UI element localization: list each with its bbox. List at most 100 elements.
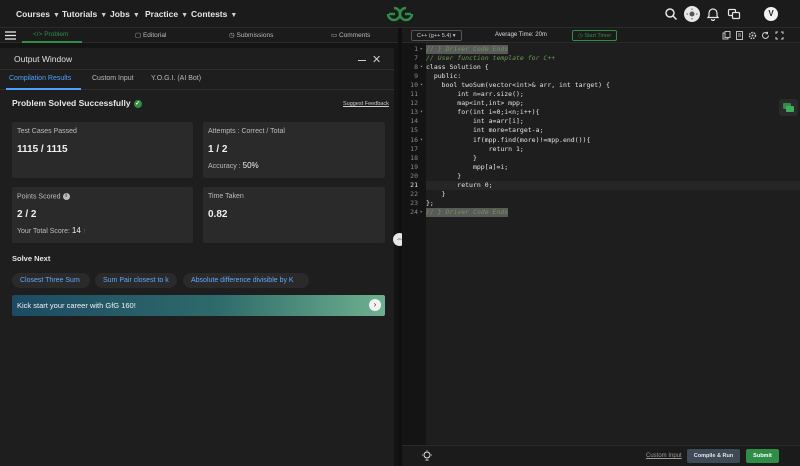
fold-arrow-icon[interactable]: ▾ <box>420 63 423 72</box>
suggest-feedback-link[interactable]: Suggest Feedback <box>343 101 389 107</box>
gfg160-banner[interactable]: Kick start your career with GfG 160! › <box>12 295 385 316</box>
fold-arrow-icon[interactable]: ▸ <box>420 208 423 217</box>
nav-courses[interactable]: Courses ▼ <box>16 9 60 19</box>
tab-submissions[interactable]: ◷ Submissions <box>229 31 273 39</box>
settings-icon[interactable] <box>748 31 757 40</box>
language-select[interactable]: C++ (g++ 5.4) ▾ <box>411 30 462 41</box>
code-text: }; <box>426 198 434 207</box>
test-cases-card: Test Cases Passed 1115 / 1115 <box>12 122 193 178</box>
total-score: Your Total Score: 14 ↑ <box>17 226 87 235</box>
code-line[interactable]: 16 ▾ if(mpp.find(more)!=mpp.end()){ <box>402 136 800 145</box>
fold-arrow-icon[interactable]: ▸ <box>420 45 423 54</box>
arrow-up-icon: ↑ <box>82 228 87 235</box>
tab-editorial[interactable]: ▢ Editorial <box>135 31 166 39</box>
fold-arrow-icon[interactable]: ▾ <box>420 136 423 145</box>
chevron-right-icon[interactable]: › <box>369 299 381 311</box>
code-line[interactable]: 17 return 1; <box>402 145 800 154</box>
code-editor[interactable]: 1 ▸// } Driver Code Ends 7// User function… <box>402 43 800 445</box>
attempts-label: Attempts : Correct / Total <box>208 128 285 135</box>
chat-widget[interactable] <box>779 99 798 116</box>
code-line[interactable]: 13 ▾ for(int i=0;i<n;i++){ <box>402 108 800 117</box>
fold-arrow-icon[interactable]: ▾ <box>420 108 423 117</box>
code-line[interactable]: 7 // User function template for C++ <box>402 54 800 63</box>
code-line[interactable]: 14 int a=arr[i]; <box>402 117 800 126</box>
solve-next-item[interactable]: Sum Pair closest to k <box>95 273 177 288</box>
code-line[interactable]: 9 public: <box>402 72 800 81</box>
translate-icon[interactable] <box>727 7 741 21</box>
fullscreen-icon[interactable] <box>775 31 784 40</box>
minimize-icon[interactable] <box>358 60 366 61</box>
top-navbar: Courses ▼ Tutorials ▼ Jobs ▼ Practice ▼ Cont… <box>0 0 800 28</box>
code-line[interactable]: 15 int more=target-a; <box>402 126 800 135</box>
line-number: 24 <box>410 207 418 216</box>
custom-input-link[interactable]: Custom Input <box>646 453 682 459</box>
editor-toolbar: C++ (g++ 5.4) ▾ Average Time: 20m ◷ Star… <box>402 28 800 43</box>
start-timer-button[interactable]: ◷ Start Timer <box>572 30 618 41</box>
chevron-down-icon: ▼ <box>53 12 60 19</box>
status-message: Problem Solved Successfully ✓ <box>12 98 142 108</box>
copy-icon[interactable] <box>722 31 731 40</box>
code-line[interactable]: 24 ▸// } Driver Code Ends <box>402 207 800 217</box>
line-number: 15 <box>410 126 418 135</box>
line-number: 1 <box>414 45 418 53</box>
time-taken-label: Time Taken <box>208 193 244 200</box>
line-number: 16 <box>410 135 418 144</box>
solve-next-heading: Solve Next <box>12 254 51 263</box>
code-text: map<int,int> mpp; <box>426 99 524 108</box>
theme-toggle[interactable] <box>684 6 700 22</box>
code-line[interactable]: 19 mpp[a]=i; <box>402 163 800 172</box>
comment-icon: ▭ <box>331 32 339 39</box>
attempts-card: Attempts : Correct / Total 1 / 2 Accurac… <box>203 122 385 178</box>
code-text: } <box>426 189 446 198</box>
code-line[interactable]: 18 } <box>402 154 800 163</box>
nav-tutorials[interactable]: Tutorials ▼ <box>62 9 107 19</box>
code-line[interactable]: 23}; <box>402 199 800 208</box>
tab-comments[interactable]: ▭ Comments <box>331 31 370 39</box>
solve-next-item[interactable]: Absolute difference divisible by K <box>183 273 309 288</box>
nav-jobs[interactable]: Jobs ▼ <box>110 9 140 19</box>
code-line[interactable]: 11 int n=arr.size(); <box>402 90 800 99</box>
search-icon[interactable] <box>664 7 678 21</box>
code-line[interactable]: 20 } <box>402 172 800 181</box>
code-line[interactable]: 1 ▸// } Driver Code Ends <box>402 45 800 54</box>
test-cases-label: Test Cases Passed <box>17 128 77 135</box>
code-text: int more=target-a; <box>426 126 544 135</box>
code-line[interactable]: 21 return 0; <box>402 180 800 190</box>
info-icon[interactable]: i <box>62 193 70 200</box>
fold-arrow-icon[interactable]: ▾ <box>420 81 423 90</box>
code-line[interactable]: 10 ▾ bool twoSum(vector<int>& arr, int ta… <box>402 81 800 90</box>
nav-contests[interactable]: Contests ▼ <box>191 9 237 19</box>
code-line[interactable]: 8 ▾ class Solution { <box>402 63 800 72</box>
nav-practice[interactable]: Practice ▼ <box>145 9 188 19</box>
tab-problem[interactable]: </> Problem <box>33 31 68 38</box>
accuracy: Accuracy : 50% <box>208 161 259 170</box>
solve-next-item[interactable]: Closest Three Sum <box>12 273 90 288</box>
code-line[interactable]: 12 map<int,int> mpp; <box>402 99 800 108</box>
output-tabs: Compilation Results Custom Input Y.O.G.I… <box>0 70 394 90</box>
gfg-logo-icon[interactable] <box>385 5 415 23</box>
code-line[interactable]: 22 } <box>402 190 800 199</box>
user-avatar[interactable]: V <box>764 7 778 21</box>
code-text: // } Driver Code Ends <box>426 207 509 217</box>
test-cases-value: 1115 / 1115 <box>17 144 68 155</box>
code-text: return 0; <box>426 180 493 189</box>
tab-compilation-results[interactable]: Compilation Results <box>9 75 71 82</box>
close-icon[interactable]: ✕ <box>372 53 381 66</box>
submit-button[interactable]: Submit <box>746 449 779 463</box>
lightbulb-icon[interactable] <box>421 450 433 462</box>
code-text: // } Driver Code Ends <box>426 45 509 54</box>
compile-run-button[interactable]: Compile & Run <box>687 449 740 463</box>
line-number: 10 <box>410 81 418 90</box>
line-number: 13 <box>410 108 418 117</box>
chat-icon <box>783 103 794 112</box>
tab-custom-input[interactable]: Custom Input <box>92 75 134 82</box>
line-number: 21 <box>410 180 418 189</box>
bell-icon[interactable] <box>706 7 720 21</box>
code-text: bool twoSum(vector<int>& arr, int target… <box>426 81 610 90</box>
tab-yogi-ai-bot[interactable]: Y.O.G.I. (AI Bot) <box>151 75 201 82</box>
points-card: Points Scored i 2 / 2 Your Total Score: 1… <box>12 187 193 243</box>
file-icon[interactable] <box>735 31 744 40</box>
code-text: public: <box>426 72 462 81</box>
menu-icon[interactable] <box>5 30 16 41</box>
reset-icon[interactable] <box>761 31 770 40</box>
